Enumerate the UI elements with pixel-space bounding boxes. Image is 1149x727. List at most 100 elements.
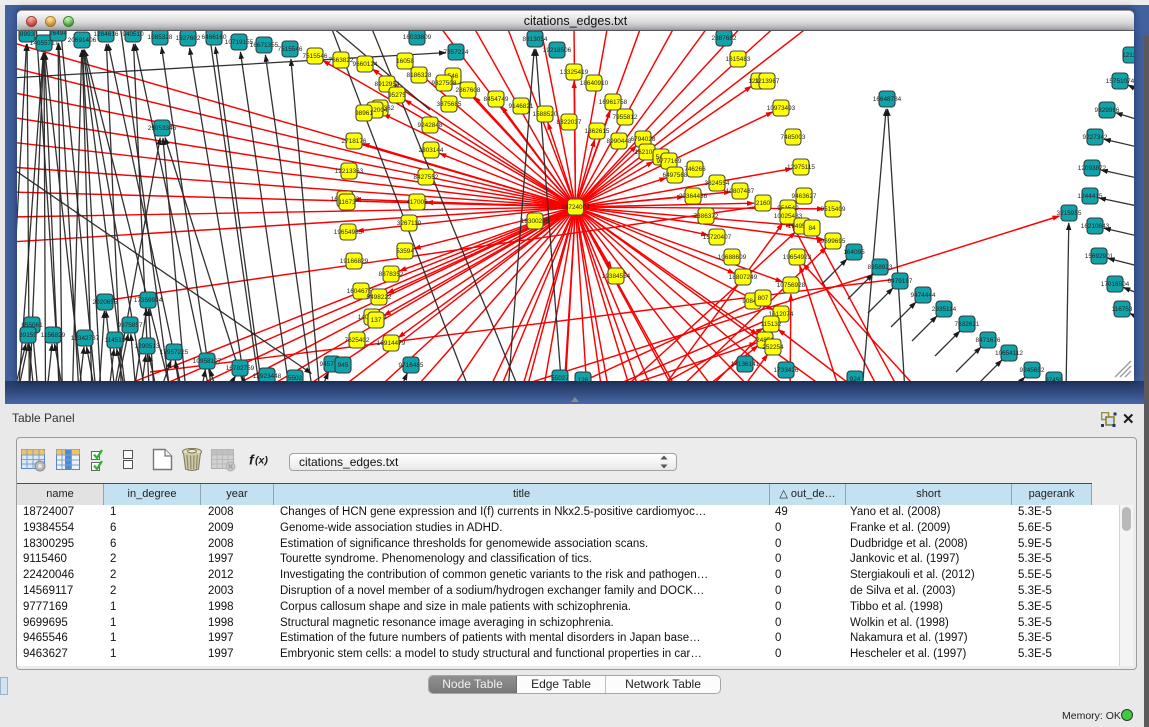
svg-text:1290513: 1290513: [135, 343, 160, 350]
svg-text:19166829: 19166829: [340, 258, 369, 265]
svg-text:12975115: 12975115: [787, 164, 815, 171]
svg-text:26494: 26494: [49, 31, 67, 37]
svg-text:8322037: 8322037: [557, 119, 582, 126]
svg-text:17016504: 17016504: [1101, 281, 1130, 288]
svg-text:9329966: 9329966: [1095, 107, 1120, 114]
svg-text:7515546: 7515546: [278, 46, 303, 53]
svg-text:16961758: 16961758: [599, 99, 628, 106]
svg-text:20364436: 20364436: [679, 193, 708, 200]
svg-text:53594: 53594: [396, 248, 414, 255]
svg-text:15751074: 15751074: [1106, 78, 1134, 85]
svg-text:417006: 417006: [406, 199, 428, 206]
svg-text:9660124: 9660124: [353, 61, 378, 68]
svg-text:114519: 114519: [105, 337, 126, 344]
svg-text:5498222: 5498222: [367, 294, 392, 301]
svg-text:19218506: 19218506: [543, 47, 572, 54]
svg-text:164095: 164095: [843, 249, 865, 256]
svg-text:10973493: 10973493: [767, 105, 796, 112]
svg-text:55027: 55027: [551, 375, 569, 381]
svg-text:95275: 95275: [388, 92, 406, 99]
svg-text:39159: 39159: [19, 332, 37, 339]
svg-text:1213967: 1213967: [755, 78, 780, 85]
svg-text:924: 924: [850, 376, 861, 381]
svg-text:2020655: 2020655: [93, 299, 118, 306]
svg-text:126: 126: [578, 377, 589, 381]
svg-text:10688609: 10688609: [718, 254, 747, 261]
svg-text:17957225: 17957225: [160, 349, 189, 356]
svg-text:9515409: 9515409: [821, 206, 846, 213]
svg-text:8878352: 8878352: [379, 271, 404, 278]
svg-text:16782759: 16782759: [226, 365, 255, 372]
svg-text:9975857: 9975857: [118, 322, 143, 329]
svg-text:8471676: 8471676: [976, 337, 1001, 344]
svg-text:29053346: 29053346: [148, 125, 177, 132]
svg-text:1588520: 1588520: [533, 111, 558, 118]
svg-text:19654923: 19654923: [783, 254, 812, 261]
svg-text:2887682: 2887682: [712, 35, 737, 42]
svg-text:13325419: 13325419: [560, 69, 589, 76]
svg-text:7663822: 7663822: [329, 57, 354, 64]
svg-text:945: 945: [338, 362, 349, 369]
svg-text:18300295: 18300295: [521, 218, 550, 225]
svg-text:20691406: 20691406: [68, 37, 97, 44]
svg-text:11673: 11673: [338, 199, 356, 206]
svg-text:115132: 115132: [761, 321, 782, 328]
svg-text:2935114: 2935114: [932, 306, 957, 313]
svg-text:16033809: 16033809: [403, 34, 432, 41]
svg-text:9699695: 9699695: [821, 238, 846, 245]
svg-text:12923448: 12923448: [253, 373, 282, 380]
svg-text:98961: 98961: [355, 110, 373, 117]
svg-text:14136141: 14136141: [731, 361, 760, 368]
svg-text:12124: 12124: [1122, 52, 1134, 59]
svg-text:10807487: 10807487: [726, 188, 755, 195]
svg-text:3875685: 3875685: [437, 101, 462, 108]
svg-text:17359924: 17359924: [134, 297, 163, 304]
svg-text:19654985: 19654985: [334, 229, 363, 236]
svg-text:15692901: 15692901: [1085, 253, 1114, 260]
svg-text:8958923: 8958923: [868, 264, 893, 271]
svg-text:12213363: 12213363: [335, 168, 364, 175]
svg-text:10756928: 10756928: [777, 282, 806, 289]
svg-text:16671355: 16671355: [250, 42, 279, 49]
svg-text:940510: 940510: [122, 31, 144, 38]
svg-text:18640910: 18640910: [580, 80, 609, 87]
svg-text:10654112: 10654112: [995, 350, 1023, 357]
svg-text:2803144: 2803144: [419, 147, 444, 154]
svg-text:(x): (x): [255, 455, 268, 467]
svg-text:116753: 116753: [1112, 306, 1133, 313]
svg-text:3267110: 3267110: [397, 220, 422, 227]
svg-text:8186328: 8186328: [407, 72, 432, 79]
svg-text:252254: 252254: [762, 344, 784, 351]
svg-text:8427552: 8427552: [414, 174, 439, 181]
svg-text:9777169: 9777169: [657, 158, 682, 165]
svg-text:746266: 746266: [684, 166, 706, 173]
svg-text:3824554: 3824554: [705, 180, 730, 187]
svg-text:9227342: 9227342: [1083, 134, 1108, 141]
svg-text:12093872: 12093872: [1078, 165, 1107, 172]
svg-text:6497568: 6497568: [663, 172, 688, 179]
svg-text:6794028: 6794028: [631, 136, 656, 143]
svg-text:1284616: 1284616: [94, 31, 119, 38]
svg-text:1156829: 1156829: [41, 332, 66, 339]
svg-text:7485003: 7485003: [781, 134, 806, 141]
svg-text:137: 137: [371, 317, 382, 324]
svg-text:1615483: 1615483: [726, 56, 751, 63]
svg-text:18807249: 18807249: [729, 274, 758, 281]
svg-text:2160: 2160: [756, 200, 771, 207]
svg-text:9242848: 9242848: [418, 122, 443, 129]
svg-text:15720407: 15720407: [703, 234, 732, 241]
svg-text:8990448: 8990448: [607, 138, 632, 145]
svg-text:9146821: 9146821: [509, 103, 534, 110]
svg-text:1085328: 1085328: [148, 34, 173, 41]
svg-text:97450: 97450: [1045, 377, 1063, 381]
svg-text:6479197: 6479197: [888, 278, 913, 285]
svg-text:5502: 5502: [288, 375, 303, 381]
svg-text:8454749: 8454749: [484, 96, 509, 103]
svg-text:2718176: 2718176: [342, 138, 367, 145]
svg-text:9463627: 9463627: [792, 193, 817, 200]
svg-text:16058: 16058: [396, 58, 414, 65]
svg-text:1733426: 1733426: [774, 367, 799, 374]
svg-text:8813054: 8813054: [523, 36, 548, 43]
svg-text:1527602: 1527602: [176, 35, 201, 42]
svg-text:7386372: 7386372: [694, 213, 719, 220]
